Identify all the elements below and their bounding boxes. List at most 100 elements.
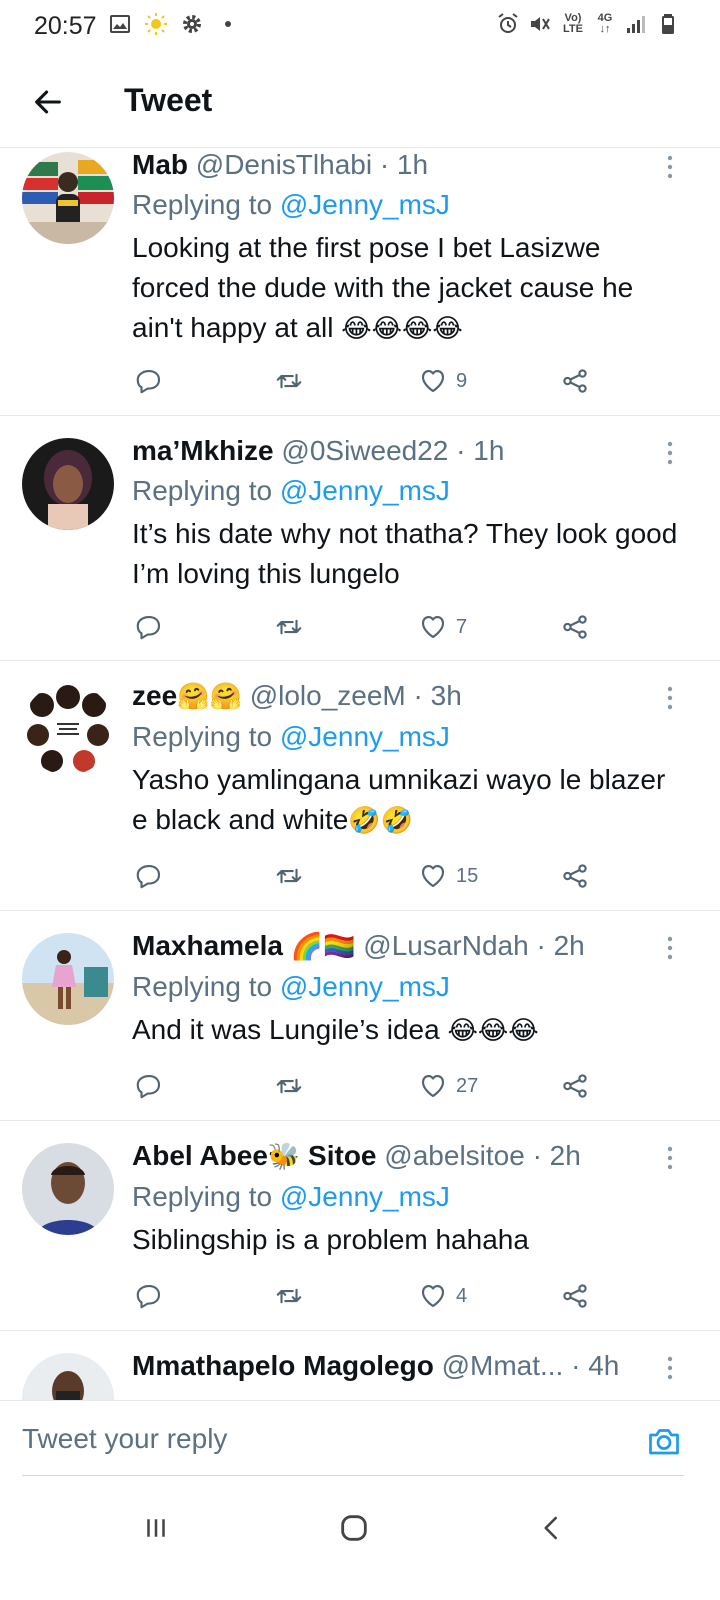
share-button[interactable]	[560, 1069, 590, 1103]
avatar[interactable]	[22, 1353, 114, 1400]
recent-apps-button[interactable]	[126, 1508, 186, 1548]
reply-input[interactable]: Tweet your reply	[22, 1423, 227, 1455]
reply-item[interactable]: ma’Mkhize @0Siweed22 · 1h Replying to @J…	[0, 416, 720, 661]
reply-item[interactable]: Mmathapelo Magolego @Mmat... · 4h	[0, 1331, 720, 1400]
like-button[interactable]: 15	[418, 859, 478, 893]
retweet-button[interactable]	[274, 1069, 304, 1103]
reply-item[interactable]: zee🤗🤗 @lolo_zeeM · 3h Replying to @Jenny…	[0, 661, 720, 911]
alarm-icon	[498, 13, 518, 33]
like-count: 4	[456, 1284, 468, 1307]
app-header: Tweet	[0, 52, 720, 148]
like-count: 9	[456, 369, 468, 392]
replying-prefix: Replying to	[132, 475, 273, 506]
replying-prefix: Replying to	[132, 721, 273, 752]
action-bar: 9	[132, 364, 602, 398]
display-name-suffix[interactable]: Sitoe	[308, 1140, 376, 1171]
more-options-icon[interactable]	[658, 933, 682, 963]
reply-button[interactable]	[134, 610, 164, 644]
avatar[interactable]	[22, 683, 114, 775]
share-icon	[563, 1074, 587, 1098]
comment-icon	[136, 369, 161, 394]
reply-button[interactable]	[134, 1069, 164, 1103]
more-options-icon[interactable]	[658, 438, 682, 468]
reply-emoji: 😂😂😂😂	[341, 314, 463, 344]
reply-text-content: And it was Lungile’s idea	[132, 1014, 440, 1045]
reply-header: Mmathapelo Magolego @Mmat... · 4h	[132, 1349, 680, 1383]
mention-link[interactable]: @Jenny_msJ	[280, 971, 450, 1002]
reply-item[interactable]: Mab @DenisTlhabi · 1h Replying to @Jenny…	[0, 148, 720, 416]
avatar[interactable]	[22, 933, 114, 1025]
mention-link[interactable]: @Jenny_msJ	[280, 721, 450, 752]
like-button[interactable]: 7	[418, 610, 467, 644]
status-bar: 20:57 Vo) LTE 4G ↓↑	[0, 0, 720, 52]
reply-header: ma’Mkhize @0Siweed22 · 1h	[132, 434, 680, 468]
mention-link[interactable]: @Jenny_msJ	[280, 475, 450, 506]
mention-link[interactable]: @Jenny_msJ	[280, 1181, 450, 1212]
back-icon	[544, 1516, 557, 1540]
share-button[interactable]	[560, 610, 590, 644]
back-nav-button[interactable]	[522, 1508, 582, 1548]
heart-icon	[421, 1074, 445, 1098]
arrow-left-icon	[35, 90, 61, 114]
retweet-button[interactable]	[274, 859, 304, 893]
more-options-icon[interactable]	[658, 683, 682, 713]
like-button[interactable]: 27	[418, 1069, 478, 1103]
comment-icon	[136, 1284, 161, 1309]
avatar[interactable]	[22, 438, 114, 530]
status-left-icons	[108, 12, 240, 36]
composer-underline	[22, 1475, 684, 1476]
replying-prefix: Replying to	[132, 189, 273, 220]
share-button[interactable]	[560, 364, 590, 398]
display-name[interactable]: Mmathapelo Magolego	[132, 1350, 434, 1381]
avatar[interactable]	[22, 152, 114, 244]
share-button[interactable]	[560, 859, 590, 893]
action-bar: 27	[132, 1069, 602, 1103]
retweet-button[interactable]	[274, 1279, 304, 1313]
reply-text-content: Siblingship is a problem hahaha	[132, 1224, 529, 1255]
avatar-image	[22, 152, 114, 244]
display-name[interactable]: zee	[132, 680, 177, 711]
camera-icon[interactable]	[646, 1423, 682, 1459]
reply-header: Mab @DenisTlhabi · 1h	[132, 148, 680, 182]
share-icon	[563, 1284, 587, 1308]
back-button[interactable]	[26, 80, 70, 124]
reply-item[interactable]: Maxhamela 🌈🏳️‍🌈 @LusarNdah · 2h Replying…	[0, 911, 720, 1121]
mention-link[interactable]: @Jenny_msJ	[280, 189, 450, 220]
battery-icon	[662, 14, 674, 34]
replies-feed[interactable]: Mab @DenisTlhabi · 1h Replying to @Jenny…	[0, 148, 720, 1400]
reply-composer: Tweet your reply	[0, 1400, 720, 1480]
reply-button[interactable]	[134, 364, 164, 398]
more-options-icon[interactable]	[658, 152, 682, 182]
comment-icon	[136, 1074, 161, 1099]
handle-time: @abelsitoe · 2h	[384, 1140, 581, 1171]
reply-body: zee🤗🤗 @lolo_zeeM · 3h Replying to @Jenny…	[132, 679, 680, 841]
home-button[interactable]	[324, 1508, 384, 1548]
avatar-image	[22, 683, 114, 775]
page-title: Tweet	[124, 82, 213, 118]
reply-button[interactable]	[134, 859, 164, 893]
retweet-button[interactable]	[274, 610, 304, 644]
retweet-icon	[276, 373, 302, 389]
display-name[interactable]: ma’Mkhize	[132, 435, 274, 466]
display-name[interactable]: Mab	[132, 149, 188, 180]
share-button[interactable]	[560, 1279, 590, 1313]
avatar[interactable]	[22, 1143, 114, 1235]
more-options-icon[interactable]	[658, 1353, 682, 1383]
reply-button[interactable]	[134, 1279, 164, 1313]
reply-body: Mab @DenisTlhabi · 1h Replying to @Jenny…	[132, 148, 680, 349]
reply-text: Yasho yamlingana umnikazi wayo le blazer…	[132, 760, 680, 841]
display-name[interactable]: Abel Abee	[132, 1140, 268, 1171]
like-button[interactable]: 4	[418, 1279, 467, 1313]
4g-icon: 4G ↓↑	[594, 13, 616, 35]
reply-item[interactable]: Abel Abee🐝 Sitoe @abelsitoe · 2h Replyin…	[0, 1121, 720, 1331]
like-count: 27	[456, 1074, 479, 1097]
display-name[interactable]: Maxhamela	[132, 930, 283, 961]
retweet-button[interactable]	[274, 364, 304, 398]
name-emoji: 🌈🏳️‍🌈	[290, 932, 356, 962]
handle-time: @0Siweed22 · 1h	[281, 435, 505, 466]
more-options-icon[interactable]	[658, 1143, 682, 1173]
like-button[interactable]: 9	[418, 364, 467, 398]
name-emoji: 🤗🤗	[177, 682, 242, 712]
action-bar: 15	[132, 859, 602, 893]
comment-icon	[136, 615, 161, 640]
